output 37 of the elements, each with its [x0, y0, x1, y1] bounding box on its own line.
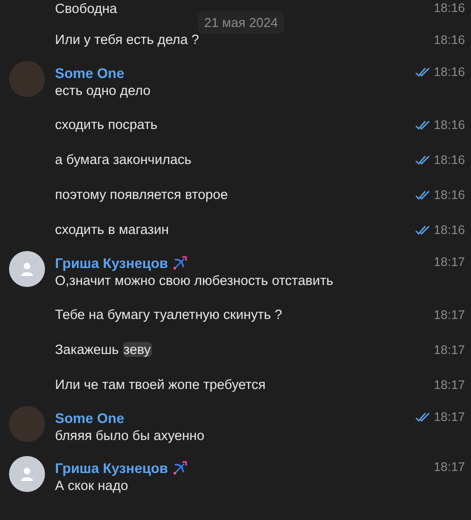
- sender-name[interactable]: Some One: [55, 64, 124, 82]
- message-text: сходить посрать: [55, 116, 158, 134]
- message-text: а бумага закончилась: [55, 150, 192, 168]
- message-time: 18:16: [434, 116, 465, 132]
- message-text: Тебе на бумагу туалетную скинуть ?: [55, 306, 282, 324]
- message-text: О,значит можно свою любезность отставить: [55, 272, 334, 290]
- message-time: 18:17: [434, 306, 465, 322]
- bow-arrow-icon: [172, 460, 188, 476]
- person-icon: [19, 261, 35, 277]
- message-text: бляяя было бы ахуенно: [55, 427, 204, 445]
- sender-name[interactable]: Some One: [55, 409, 124, 427]
- sender-name[interactable]: Гриша Кузнецов: [55, 459, 168, 477]
- message-time: 18:16: [434, 64, 465, 80]
- message-time: 18:16: [434, 32, 465, 48]
- message-time: 18:17: [434, 409, 465, 425]
- message-text: есть одно дело: [55, 82, 151, 100]
- message-text: Закажешь зеву: [55, 340, 152, 358]
- message-text: А скок надо: [55, 477, 128, 495]
- message-time: 18:16: [434, 0, 465, 16]
- message-time: 18:16: [434, 186, 465, 202]
- message-time: 18:17: [434, 342, 465, 358]
- date-badge: 21 мая 2024: [198, 11, 284, 34]
- message-time: 18:17: [434, 459, 465, 475]
- message-text: Или че там твоей жопе требуется: [55, 376, 266, 394]
- message-text: Или у тебя есть дела ?: [55, 30, 200, 48]
- message-time: 18:17: [434, 254, 465, 270]
- message-text: поэтому появляется второе: [55, 186, 228, 204]
- avatar[interactable]: [9, 456, 45, 492]
- person-icon: [19, 466, 35, 482]
- message-text: Свободна: [55, 0, 118, 18]
- sender-name[interactable]: Гриша Кузнецов: [55, 254, 168, 272]
- message-time: 18:17: [434, 376, 465, 392]
- message-text: сходить в магазин: [55, 220, 169, 238]
- message-time: 18:16: [434, 152, 465, 168]
- avatar[interactable]: [9, 251, 45, 287]
- message-time: 18:16: [434, 222, 465, 238]
- bow-arrow-icon: [172, 256, 188, 270]
